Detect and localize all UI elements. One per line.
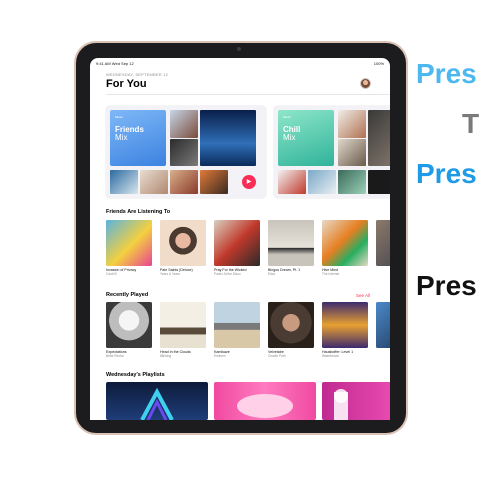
mix-thumb — [278, 170, 306, 194]
playlist-tile[interactable] — [106, 382, 208, 420]
album-artist: Eliza — [268, 272, 275, 276]
album-art — [322, 220, 368, 266]
album-artist: Cardi B — [106, 272, 117, 276]
section-title-friends: Friends Are Listening To — [106, 209, 171, 215]
status-time: 9:41 AM Wed Sep 12 — [96, 61, 134, 66]
album-tile[interactable]: Invasion of Privacy Cardi B — [106, 220, 152, 276]
mix-title-2: Mix — [283, 133, 296, 142]
album-tile[interactable]: Expectations Bebe Rexha — [106, 302, 152, 358]
playlist-art — [237, 394, 293, 418]
album-tile[interactable]: Hive Mind The Internet — [322, 220, 368, 276]
album-art — [268, 302, 314, 348]
album-tile-partial[interactable] — [376, 302, 390, 348]
album-art — [160, 302, 206, 348]
friends-mix-cover: Music Friends Mix — [110, 110, 166, 166]
album-art — [376, 220, 390, 266]
album-artist: Waterbeach — [322, 354, 340, 358]
album-tile[interactable]: Bingos Dream, Pt. 1 Eliza — [268, 220, 314, 276]
album-art — [106, 302, 152, 348]
mix-thumb-large — [200, 110, 256, 166]
album-artist: Years & Years — [160, 272, 180, 276]
avatar[interactable] — [360, 78, 371, 89]
playlist-art — [334, 389, 348, 420]
mix-thumb — [170, 170, 198, 194]
status-battery: 100% — [373, 61, 384, 66]
status-bar: 9:41 AM Wed Sep 12 100% — [90, 58, 390, 68]
album-art — [268, 220, 314, 266]
album-artist: 88rising — [160, 354, 172, 358]
album-art — [106, 220, 152, 266]
promo-text: Pres — [416, 58, 477, 89]
album-art — [160, 220, 206, 266]
album-art — [322, 302, 368, 348]
album-tile[interactable]: Kamikaze Eminem — [214, 302, 260, 358]
chill-mix-card[interactable]: Music Chill Mix — [274, 106, 390, 198]
album-tile[interactable]: Velvetaire Charlie Puth — [268, 302, 314, 358]
album-art — [376, 302, 390, 348]
album-tile-partial[interactable] — [376, 220, 390, 266]
mix-label: Music — [283, 115, 291, 119]
camera-dot — [237, 47, 241, 51]
album-art — [214, 302, 260, 348]
promo-text: T — [462, 108, 480, 139]
album-artist: Charlie Puth — [268, 354, 286, 358]
section-title-recent: Recently Played — [106, 292, 149, 298]
see-all-link[interactable]: See All — [356, 293, 370, 298]
album-artist: Panic! At the Disco — [214, 272, 241, 276]
date-line: WEDNESDAY, SEPTEMBER 12 — [106, 72, 169, 77]
chill-mix-cover: Music Chill Mix — [278, 110, 334, 166]
mix-label: Music — [115, 115, 123, 119]
mix-thumb — [338, 170, 366, 194]
mix-thumb — [368, 170, 390, 194]
album-art — [214, 220, 260, 266]
mix-thumb — [338, 139, 366, 166]
playlist-art — [140, 387, 174, 420]
mix-thumb — [200, 170, 228, 194]
mix-title-2: Mix — [115, 133, 128, 142]
album-tile[interactable]: Pray For the Wicked Panic! At the Disco — [214, 220, 260, 276]
section-title-playlists: Wednesday's Playlists — [106, 372, 165, 378]
mix-thumb — [110, 170, 138, 194]
album-artist: Bebe Rexha — [106, 354, 124, 358]
playlist-tile[interactable] — [322, 382, 390, 420]
album-tile[interactable]: Pale Saints (Deluxe) Years & Years — [160, 220, 206, 276]
mix-thumb — [170, 139, 198, 166]
mix-thumb — [308, 170, 336, 194]
mix-thumb-large — [368, 110, 390, 166]
mix-thumb — [338, 110, 366, 138]
album-tile[interactable]: Head In the Clouds 88rising — [160, 302, 206, 358]
screen: 9:41 AM Wed Sep 12 100% WEDNESDAY, SEPTE… — [90, 58, 390, 420]
playlist-tile[interactable] — [214, 382, 316, 420]
album-tile[interactable]: Hausboffer: Level 1 Waterbeach — [322, 302, 368, 358]
page-title: For You — [106, 78, 147, 90]
mix-thumb — [170, 110, 198, 138]
promo-text: Pres — [416, 158, 477, 189]
mix-thumb — [140, 170, 168, 194]
album-artist: The Internet — [322, 272, 340, 276]
friends-mix-card[interactable]: Music Friends Mix ▶ — [106, 106, 266, 198]
play-button[interactable]: ▶ — [242, 175, 256, 189]
promo-text: Pres — [416, 270, 477, 301]
album-artist: Eminem — [214, 354, 226, 358]
divider — [106, 94, 390, 95]
